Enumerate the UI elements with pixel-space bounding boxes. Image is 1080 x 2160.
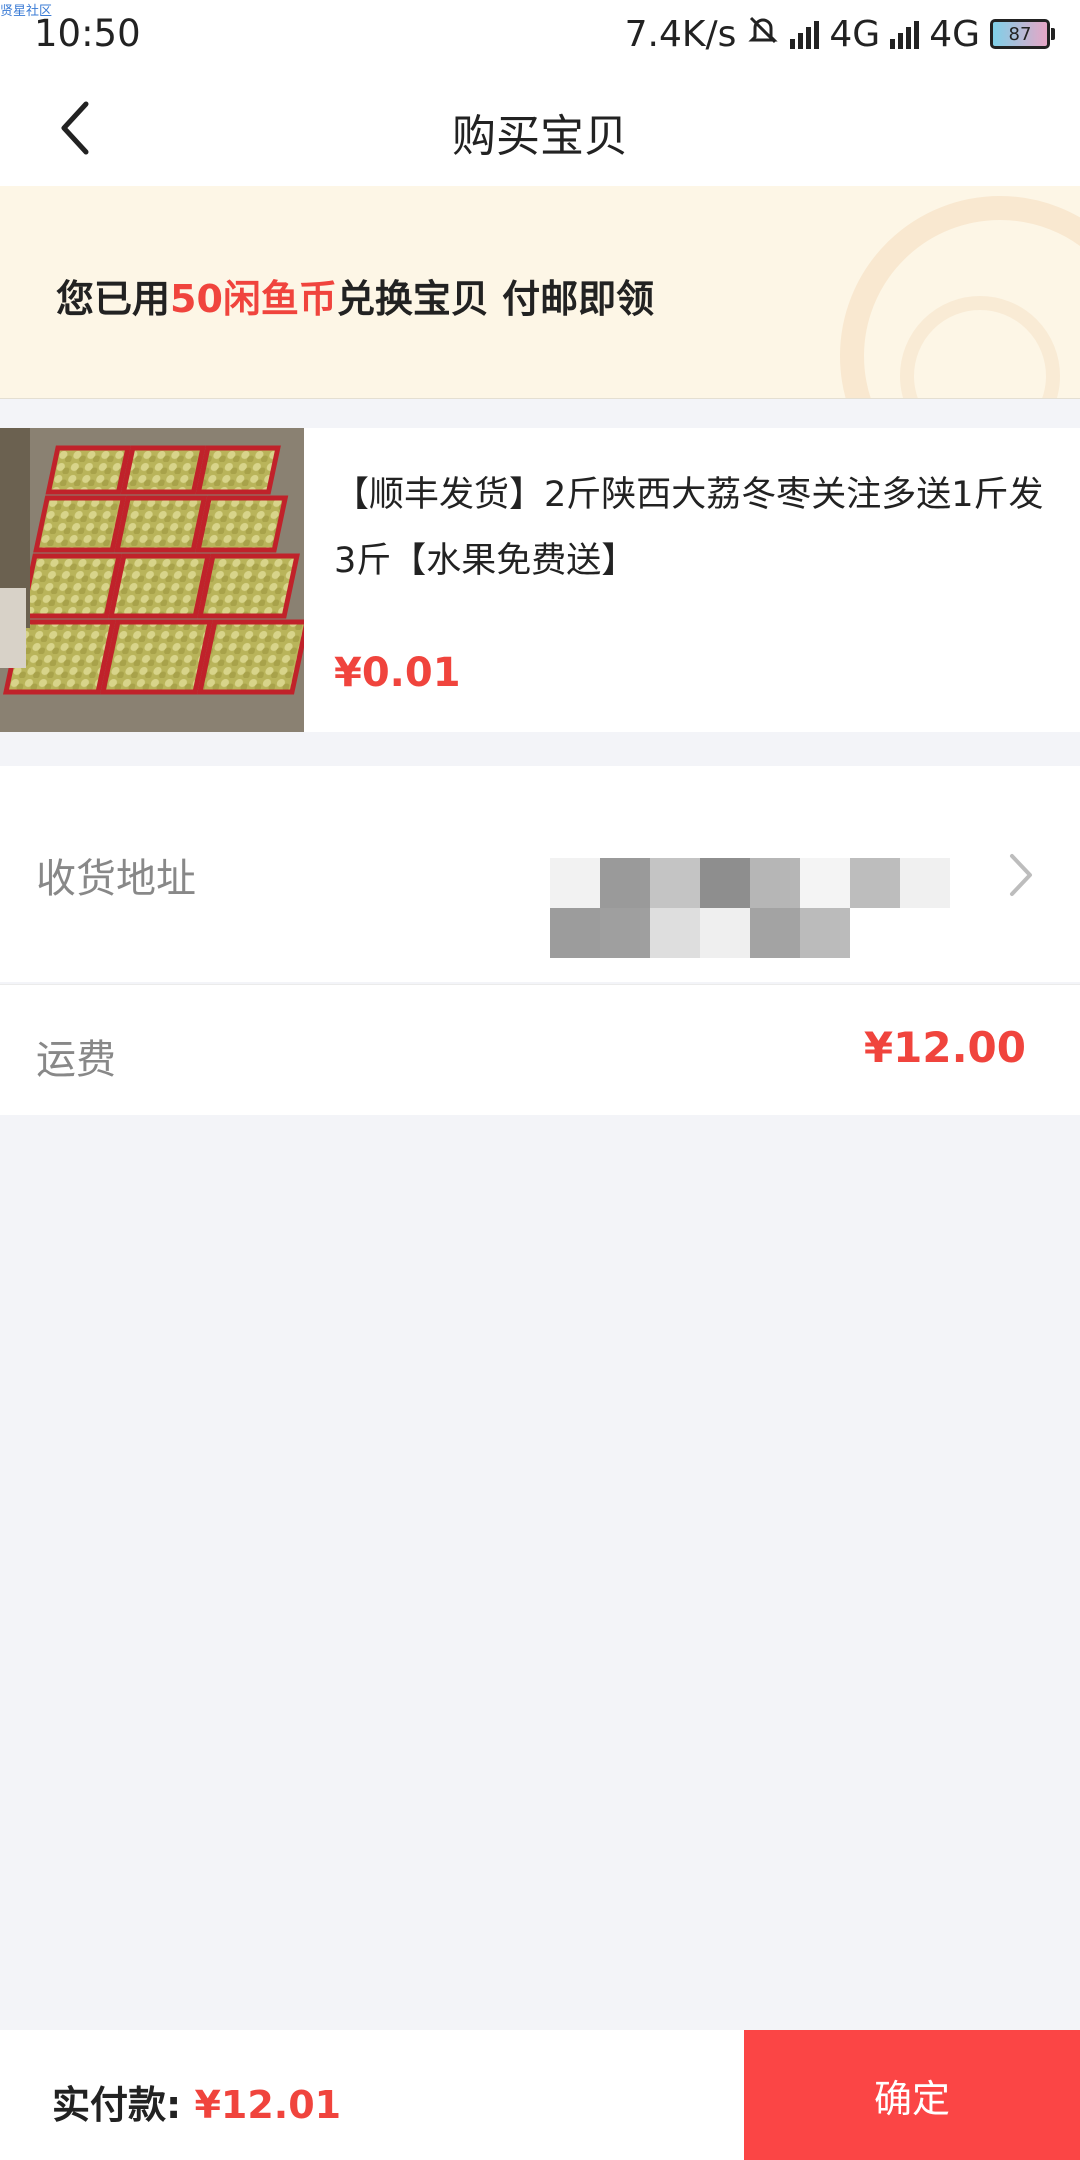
- bottom-bar: 实付款: ¥12.01 确定: [0, 2030, 1080, 2160]
- chevron-left-icon: [61, 101, 89, 155]
- product-title: 【顺丰发货】2斤陕西大荔冬枣关注多送1斤发3斤【水果免费送】: [334, 475, 1044, 581]
- signal-icon-sim2: [890, 19, 920, 49]
- shipping-address-row[interactable]: 收货地址: [0, 766, 1080, 982]
- battery-icon: 87: [990, 19, 1055, 49]
- sim1-network-label: 4G: [829, 13, 881, 55]
- total-payment-label: 实付款:: [52, 2083, 182, 2127]
- back-button[interactable]: [46, 98, 106, 158]
- banner-text: 您已用50闲鱼币兑换宝贝 付邮即领: [56, 277, 655, 321]
- total-payment: 实付款: ¥12.01: [52, 2074, 341, 2129]
- status-bar: 贤星社区 10:50 7.4K/s 4G 4G 87: [0, 0, 1080, 68]
- mute-bell-icon: [746, 13, 780, 56]
- network-speed: 7.4K/s: [624, 13, 737, 55]
- confirm-button[interactable]: 确定: [744, 2030, 1080, 2160]
- product-image: [0, 428, 304, 732]
- address-label: 收货地址: [36, 856, 196, 902]
- product-price: ¥0.01: [334, 650, 461, 696]
- page-title: 购买宝贝: [452, 111, 628, 162]
- address-redacted: [550, 858, 950, 958]
- coin-amount: 50闲鱼币: [170, 277, 337, 321]
- shipping-fee-row: 运费 ¥12.00: [0, 984, 1080, 1115]
- status-time: 10:50: [34, 12, 141, 55]
- battery-level: 87: [1008, 23, 1032, 45]
- shipping-fee-label: 运费: [36, 1037, 116, 1083]
- signal-icon-hd: [790, 19, 820, 49]
- exchange-banner: 您已用50闲鱼币兑换宝贝 付邮即领: [0, 186, 1080, 399]
- total-payment-amount: ¥12.01: [194, 2083, 342, 2127]
- status-indicators: 7.4K/s 4G 4G 87: [624, 12, 1055, 56]
- chevron-right-icon: [1010, 854, 1032, 896]
- product-card[interactable]: 【顺丰发货】2斤陕西大荔冬枣关注多送1斤发3斤【水果免费送】 ¥0.01: [0, 428, 1080, 732]
- nav-bar: 购买宝贝: [0, 68, 1080, 186]
- shipping-fee-value: ¥12.00: [863, 1023, 1026, 1072]
- sim2-network-label: 4G: [929, 13, 980, 55]
